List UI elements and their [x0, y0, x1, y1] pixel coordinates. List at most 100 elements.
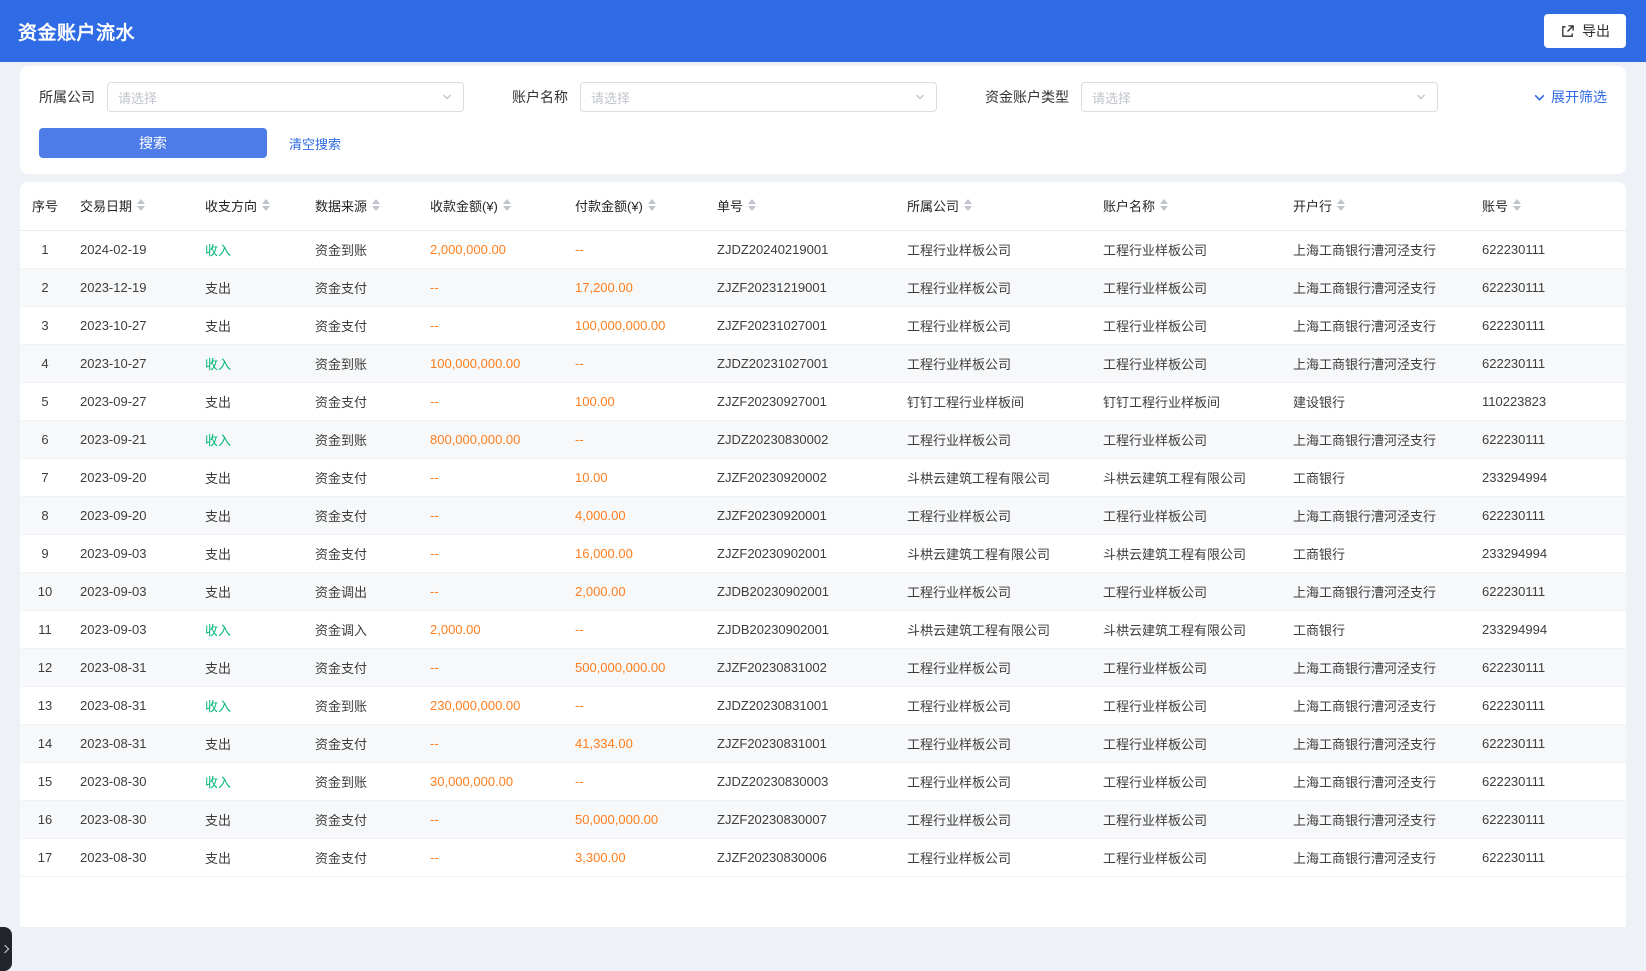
filter-row-fields: 所属公司 请选择 账户名称 请选择 资金账户类型 请选择 — [39, 82, 1607, 112]
column-header-direction[interactable]: 收支方向 — [195, 182, 305, 230]
cell-payment-amount: 3,300.00 — [565, 838, 707, 876]
cell-order-no: ZJZF20230902001 — [707, 534, 897, 572]
sort-icon — [748, 199, 756, 211]
table-row[interactable]: 72023-09-20支出资金支付--10.00ZJZF20230920002斗… — [20, 458, 1626, 496]
company-select-placeholder: 请选择 — [118, 88, 441, 107]
table-row[interactable]: 122023-08-31支出资金支付--500,000,000.00ZJZF20… — [20, 648, 1626, 686]
cell-date: 2023-09-20 — [70, 496, 195, 534]
table-row[interactable]: 162023-08-30支出资金支付--50,000,000.00ZJZF202… — [20, 800, 1626, 838]
cell-direction: 支出 — [195, 800, 305, 838]
cell-bank: 上海工商银行漕河泾支行 — [1283, 268, 1472, 306]
cell-company: 工程行业样板公司 — [897, 420, 1093, 458]
table-row[interactable]: 82023-09-20支出资金支付--4,000.00ZJZF202309200… — [20, 496, 1626, 534]
sort-icon — [648, 199, 656, 211]
cell-receipt-amount: -- — [420, 800, 565, 838]
table-row[interactable]: 62023-09-21收入资金到账800,000,000.00--ZJDZ202… — [20, 420, 1626, 458]
expand-filters-link[interactable]: 展开筛选 — [1533, 87, 1607, 107]
cell-account-no: 622230111 — [1472, 420, 1626, 458]
column-header-company[interactable]: 所属公司 — [897, 182, 1093, 230]
cell-account-name: 工程行业样板公司 — [1093, 344, 1283, 382]
transactions-table-card: 序号交易日期收支方向数据来源收款金额(¥)付款金额(¥)单号所属公司账户名称开户… — [20, 182, 1626, 927]
table-row[interactable]: 102023-09-03支出资金调出--2,000.00ZJDB20230902… — [20, 572, 1626, 610]
cell-date: 2023-08-30 — [70, 838, 195, 876]
clear-search-link[interactable]: 清空搜索 — [289, 134, 341, 153]
cell-date: 2024-02-19 — [70, 230, 195, 268]
cell-account-no: 622230111 — [1472, 268, 1626, 306]
side-drawer-handle[interactable] — [0, 927, 12, 971]
cell-receipt-amount: 230,000,000.00 — [420, 686, 565, 724]
cell-account-name: 钉钉工程行业样板间 — [1093, 382, 1283, 420]
column-label: 收支方向 — [205, 199, 257, 214]
company-select[interactable]: 请选择 — [107, 82, 464, 112]
cell-date: 2023-09-03 — [70, 534, 195, 572]
cell-date: 2023-09-20 — [70, 458, 195, 496]
table-row[interactable]: 22023-12-19支出资金支付--17,200.00ZJZF20231219… — [20, 268, 1626, 306]
cell-source: 资金支付 — [305, 648, 420, 686]
table-body: 12024-02-19收入资金到账2,000,000.00--ZJDZ20240… — [20, 230, 1626, 876]
cell-source: 资金支付 — [305, 800, 420, 838]
column-header-account-no[interactable]: 账号 — [1472, 182, 1626, 230]
table-row[interactable]: 32023-10-27支出资金支付--100,000,000.00ZJZF202… — [20, 306, 1626, 344]
cell-direction: 收入 — [195, 344, 305, 382]
cell-company: 工程行业样板公司 — [897, 344, 1093, 382]
sort-icon — [1513, 199, 1521, 211]
column-header-receipt-amount[interactable]: 收款金额(¥) — [420, 182, 565, 230]
cell-index: 5 — [20, 382, 70, 420]
search-button[interactable]: 搜索 — [39, 128, 267, 158]
cell-company: 工程行业样板公司 — [897, 496, 1093, 534]
table-row[interactable]: 142023-08-31支出资金支付--41,334.00ZJZF2023083… — [20, 724, 1626, 762]
account-name-select-placeholder: 请选择 — [591, 88, 914, 107]
cell-account-name: 工程行业样板公司 — [1093, 268, 1283, 306]
cell-index: 16 — [20, 800, 70, 838]
cell-receipt-amount: 2,000,000.00 — [420, 230, 565, 268]
cell-company: 斗栱云建筑工程有限公司 — [897, 534, 1093, 572]
account-name-select[interactable]: 请选择 — [580, 82, 937, 112]
cell-receipt-amount: -- — [420, 572, 565, 610]
cell-index: 12 — [20, 648, 70, 686]
cell-source: 资金支付 — [305, 496, 420, 534]
table-row[interactable]: 172023-08-30支出资金支付--3,300.00ZJZF20230830… — [20, 838, 1626, 876]
cell-receipt-amount: 30,000,000.00 — [420, 762, 565, 800]
column-header-order-no[interactable]: 单号 — [707, 182, 897, 230]
column-header-payment-amount[interactable]: 付款金额(¥) — [565, 182, 707, 230]
cell-account-name: 斗栱云建筑工程有限公司 — [1093, 458, 1283, 496]
sort-icon — [1337, 199, 1345, 211]
column-label: 账号 — [1482, 199, 1508, 214]
cell-order-no: ZJZF20230920002 — [707, 458, 897, 496]
column-label: 账户名称 — [1103, 199, 1155, 214]
cell-direction: 支出 — [195, 458, 305, 496]
cell-receipt-amount: -- — [420, 306, 565, 344]
cell-index: 17 — [20, 838, 70, 876]
cell-account-name: 工程行业样板公司 — [1093, 306, 1283, 344]
cell-source: 资金支付 — [305, 534, 420, 572]
table-row[interactable]: 92023-09-03支出资金支付--16,000.00ZJZF20230902… — [20, 534, 1626, 572]
column-header-source[interactable]: 数据来源 — [305, 182, 420, 230]
cell-receipt-amount: -- — [420, 268, 565, 306]
cell-direction: 收入 — [195, 686, 305, 724]
column-header-account-name[interactable]: 账户名称 — [1093, 182, 1283, 230]
cell-receipt-amount: 2,000.00 — [420, 610, 565, 648]
cell-company: 钉钉工程行业样板间 — [897, 382, 1093, 420]
cell-bank: 上海工商银行漕河泾支行 — [1283, 800, 1472, 838]
cell-account-name: 工程行业样板公司 — [1093, 496, 1283, 534]
account-type-select[interactable]: 请选择 — [1081, 82, 1438, 112]
table-row[interactable]: 42023-10-27收入资金到账100,000,000.00--ZJDZ202… — [20, 344, 1626, 382]
table-row[interactable]: 52023-09-27支出资金支付--100.00ZJZF20230927001… — [20, 382, 1626, 420]
cell-account-no: 622230111 — [1472, 686, 1626, 724]
cell-payment-amount: 50,000,000.00 — [565, 800, 707, 838]
column-header-bank[interactable]: 开户行 — [1283, 182, 1472, 230]
cell-account-name: 斗栱云建筑工程有限公司 — [1093, 534, 1283, 572]
table-row[interactable]: 112023-09-03收入资金调入2,000.00--ZJDB20230902… — [20, 610, 1626, 648]
cell-index: 14 — [20, 724, 70, 762]
column-header-date[interactable]: 交易日期 — [70, 182, 195, 230]
page-title: 资金账户流水 — [18, 18, 135, 45]
table-row[interactable]: 152023-08-30收入资金到账30,000,000.00--ZJDZ202… — [20, 762, 1626, 800]
cell-bank: 上海工商银行漕河泾支行 — [1283, 572, 1472, 610]
export-button[interactable]: 导出 — [1544, 14, 1626, 48]
cell-payment-amount: 2,000.00 — [565, 572, 707, 610]
cell-source: 资金支付 — [305, 724, 420, 762]
cell-account-no: 622230111 — [1472, 838, 1626, 876]
table-row[interactable]: 12024-02-19收入资金到账2,000,000.00--ZJDZ20240… — [20, 230, 1626, 268]
table-row[interactable]: 132023-08-31收入资金到账230,000,000.00--ZJDZ20… — [20, 686, 1626, 724]
cell-order-no: ZJZF20231219001 — [707, 268, 897, 306]
